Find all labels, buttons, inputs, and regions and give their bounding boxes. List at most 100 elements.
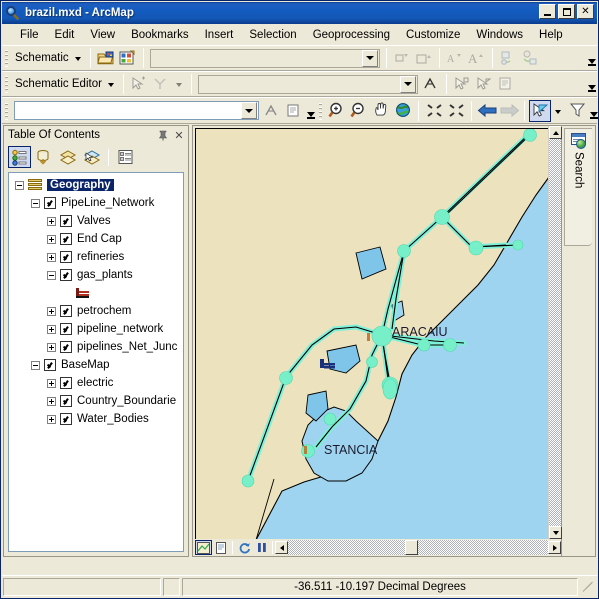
- layer-visibility-checkbox[interactable]: [60, 215, 72, 227]
- open-schematic-folder-icon[interactable]: [95, 47, 117, 69]
- forward-extent-arrow-icon[interactable]: [498, 100, 520, 122]
- schematic-editor-menu-label[interactable]: Schematic Editor: [12, 78, 104, 90]
- list-by-visibility-icon[interactable]: [56, 146, 79, 168]
- toc-item-petrochem[interactable]: petrochem: [9, 302, 183, 320]
- menu-geoprocessing[interactable]: Geoprocessing: [305, 26, 398, 44]
- minimize-button[interactable]: [539, 4, 556, 19]
- scroll-left-button[interactable]: [275, 541, 288, 554]
- layer-visibility-checkbox[interactable]: [60, 323, 72, 335]
- expand-icon[interactable]: [47, 324, 56, 334]
- expand-icon[interactable]: [47, 306, 56, 316]
- schematic-combo[interactable]: [149, 48, 380, 68]
- toc-item-water-bodies[interactable]: Water_Bodies: [9, 410, 183, 428]
- map-vertical-scrollbar[interactable]: [548, 126, 562, 539]
- collapse-icon[interactable]: [15, 180, 24, 190]
- search-tab[interactable]: Search: [564, 128, 592, 246]
- scroll-right-button[interactable]: [548, 541, 561, 554]
- scroll-down-button[interactable]: [549, 526, 562, 539]
- toc-item-geography[interactable]: Geography: [9, 176, 183, 194]
- toc-item-refineries[interactable]: refineries: [9, 248, 183, 266]
- schematic-editor-toolbar-overflow[interactable]: [586, 74, 597, 94]
- resize-grip[interactable]: [579, 579, 595, 595]
- schematic-select-link-icon[interactable]: [473, 73, 495, 95]
- toc-tree[interactable]: Geography PipeLine_Network Valves End Cap re…: [8, 172, 184, 552]
- schematic-editor-combo[interactable]: [197, 74, 418, 94]
- map-canvas[interactable]: ARACAIU STANCIA: [195, 128, 550, 541]
- toc-item-end-cap[interactable]: End Cap: [9, 230, 183, 248]
- list-by-drawing-order-icon[interactable]: [8, 146, 31, 168]
- map-horizontal-scrollbar[interactable]: [288, 540, 548, 555]
- schematic-menu-label[interactable]: Schematic: [12, 52, 71, 64]
- layer-visibility-checkbox[interactable]: [44, 197, 56, 209]
- back-extent-arrow-icon[interactable]: [476, 100, 498, 122]
- schematic-move-node-icon[interactable]: [128, 73, 150, 95]
- data-view-icon[interactable]: [195, 540, 212, 555]
- toc-item-pipeline-network[interactable]: PipeLine_Network: [9, 194, 183, 212]
- zoom-in-icon[interactable]: [326, 100, 348, 122]
- schematic-attributes-icon[interactable]: [283, 100, 305, 122]
- schematic-link-tool-icon[interactable]: [519, 47, 541, 69]
- menu-insert[interactable]: Insert: [197, 26, 242, 44]
- toc-legend-symbol[interactable]: [9, 284, 183, 302]
- layer-visibility-checkbox[interactable]: [60, 251, 72, 263]
- select-large-square-icon[interactable]: [413, 47, 435, 69]
- layer-visibility-checkbox[interactable]: [60, 305, 72, 317]
- menu-help[interactable]: Help: [531, 26, 571, 44]
- full-extent-globe-icon[interactable]: [392, 100, 414, 122]
- maximize-button[interactable]: [558, 4, 575, 19]
- toc-item-gas-plants[interactable]: gas_plants: [9, 266, 183, 284]
- chevron-down-icon[interactable]: [241, 102, 257, 119]
- expand-icon[interactable]: [47, 396, 56, 406]
- menu-selection[interactable]: Selection: [241, 26, 304, 44]
- menu-view[interactable]: View: [82, 26, 123, 44]
- pin-icon[interactable]: [156, 128, 170, 142]
- schematic-path-icon[interactable]: [261, 100, 283, 122]
- menu-bookmarks[interactable]: Bookmarks: [123, 26, 197, 44]
- scroll-thumb[interactable]: [405, 540, 418, 555]
- new-schematic-diagram-icon[interactable]: [117, 47, 139, 69]
- select-dropdown-icon[interactable]: [555, 109, 561, 114]
- select-small-square-icon[interactable]: [391, 47, 413, 69]
- layer-visibility-checkbox[interactable]: [44, 359, 56, 371]
- clear-selection-icon[interactable]: [566, 100, 588, 122]
- fixed-zoom-out-icon[interactable]: [445, 100, 467, 122]
- close-button[interactable]: ✕: [577, 4, 594, 19]
- toc-item-electric[interactable]: electric: [9, 374, 183, 392]
- expand-icon[interactable]: [47, 414, 56, 424]
- pause-drawing-icon[interactable]: [253, 540, 270, 555]
- chevron-down-icon[interactable]: [399, 75, 416, 93]
- tools-combo[interactable]: [14, 101, 259, 120]
- toolbar-grip[interactable]: [4, 49, 9, 67]
- toolbar-grip[interactable]: [4, 75, 9, 93]
- fixed-zoom-in-icon[interactable]: [423, 100, 445, 122]
- list-by-source-icon[interactable]: [32, 146, 55, 168]
- toc-item-country-boundarie[interactable]: Country_Boundarie: [9, 392, 183, 410]
- menu-edit[interactable]: Edit: [47, 26, 83, 44]
- layer-visibility-checkbox[interactable]: [60, 233, 72, 245]
- expand-icon[interactable]: [47, 216, 56, 226]
- chevron-down-icon[interactable]: [175, 83, 182, 87]
- toc-options-icon[interactable]: [114, 146, 137, 168]
- schematic-node-tool-icon[interactable]: [497, 47, 519, 69]
- layer-visibility-checkbox[interactable]: [60, 395, 72, 407]
- schematic-properties-icon[interactable]: [495, 73, 517, 95]
- menu-customize[interactable]: Customize: [398, 26, 468, 44]
- close-icon[interactable]: ✕: [172, 128, 186, 142]
- list-by-selection-icon[interactable]: [80, 146, 103, 168]
- menu-windows[interactable]: Windows: [468, 26, 531, 44]
- toc-item-pipeline-network[interactable]: pipeline_network: [9, 320, 183, 338]
- layout-view-icon[interactable]: [212, 540, 229, 555]
- chevron-down-icon[interactable]: [74, 57, 81, 61]
- expand-icon[interactable]: [47, 252, 56, 262]
- toc-item-basemap[interactable]: BaseMap: [9, 356, 183, 374]
- layer-visibility-checkbox[interactable]: [60, 269, 72, 281]
- schematic-branch-icon[interactable]: [150, 73, 172, 95]
- collapse-icon[interactable]: [47, 270, 56, 280]
- scroll-up-button[interactable]: [549, 126, 562, 139]
- layer-visibility-checkbox[interactable]: [60, 377, 72, 389]
- menu-file[interactable]: File: [12, 26, 47, 44]
- collapse-icon[interactable]: [31, 198, 40, 208]
- expand-icon[interactable]: [47, 342, 56, 352]
- toc-item-valves[interactable]: Valves: [9, 212, 183, 230]
- increase-font-icon[interactable]: A: [466, 47, 488, 69]
